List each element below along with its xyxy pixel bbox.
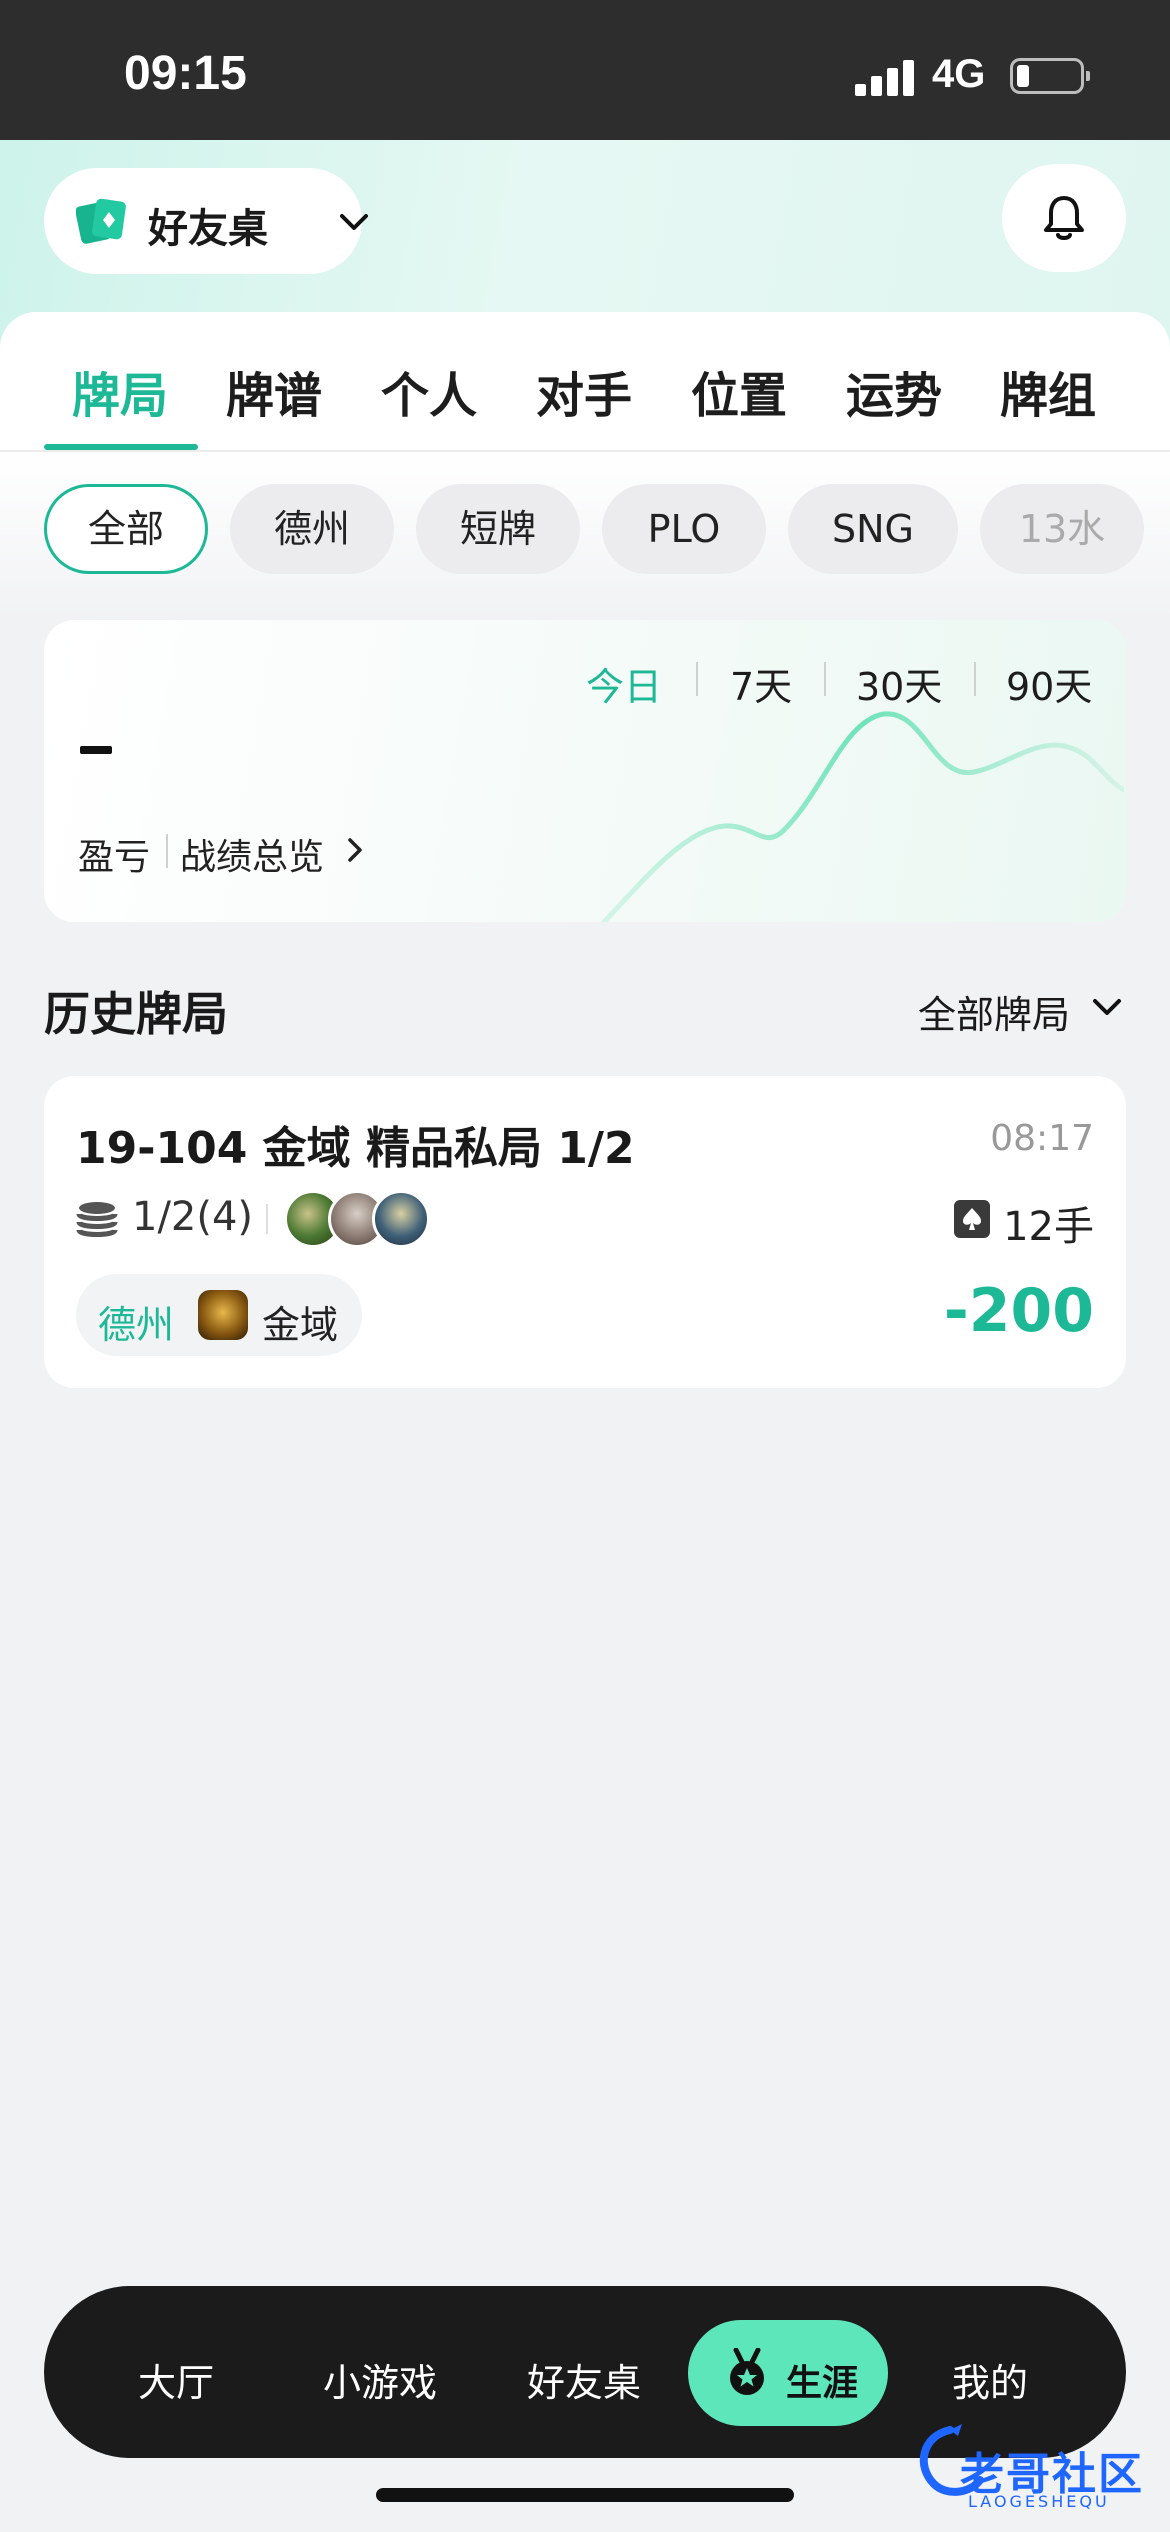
home-indicator (376, 2488, 794, 2502)
club-name: 金域 (262, 1303, 339, 1347)
stats-overview-link[interactable]: 战绩总览 (180, 828, 324, 880)
nav-lobby[interactable]: 大厅 (86, 2352, 266, 2407)
medal-icon (730, 2348, 764, 2395)
game-time: 08:17 (990, 1118, 1094, 1159)
tab-card-groups[interactable]: 牌组 (968, 356, 1128, 426)
game-history-card[interactable]: 19-104 金域 精品私局 1/2 08:17 1/2(4) 12手 德州 金… (44, 1076, 1126, 1388)
network-type: 4G (932, 52, 986, 96)
tab-luck[interactable]: 运势 (814, 356, 974, 426)
filter-chip-holdem[interactable]: 德州 (230, 484, 394, 574)
profit-trend-graphic (601, 711, 1124, 922)
period-today[interactable]: 今日 (586, 656, 662, 711)
profit-value (80, 746, 112, 754)
tab-bar: 牌局 牌谱 个人 对手 位置 运势 牌组 (0, 312, 1170, 452)
filter-chip-sng[interactable]: SNG (788, 484, 958, 574)
chevron-down-icon[interactable] (1090, 996, 1124, 1018)
history-title: 历史牌局 (44, 987, 228, 1041)
notification-button[interactable] (1002, 164, 1126, 272)
active-tab-indicator (44, 444, 198, 450)
player-avatar (372, 1190, 430, 1248)
chip-stack-icon (76, 1202, 118, 1237)
game-result: -200 (943, 1276, 1094, 1346)
profit-label: 盈亏 (78, 837, 151, 878)
tab-hand-records[interactable]: 牌谱 (194, 356, 354, 426)
tab-personal[interactable]: 个人 (349, 356, 509, 426)
nav-me[interactable]: 我的 (900, 2352, 1080, 2407)
cards-logo-icon (76, 198, 126, 244)
table-selector-label: 好友桌 (148, 206, 268, 252)
period-30-days[interactable]: 30天 (856, 656, 942, 711)
status-time: 09:15 (124, 47, 247, 100)
chevron-right-icon (348, 838, 362, 862)
battery-icon (1010, 58, 1090, 94)
tab-position[interactable]: 位置 (659, 356, 819, 426)
filter-chip-all[interactable]: 全部 (44, 484, 208, 574)
game-title: 19-104 金域 精品私局 1/2 (76, 1123, 635, 1174)
history-filter-dropdown[interactable]: 全部牌局 (918, 984, 1070, 1039)
watermark: 老哥社区 LAOGESHEQU (910, 2420, 1142, 2514)
period-7-days[interactable]: 7天 (730, 656, 792, 711)
watermark-subtext: LAOGESHEQU (968, 2492, 1110, 2511)
game-blinds: 1/2(4) (132, 1194, 254, 1240)
table-selector[interactable]: 好友桌 (44, 168, 368, 274)
divider (266, 1204, 268, 1234)
game-hands-count: 12手 (1003, 1204, 1094, 1250)
stats-card: 今日 7天 30天 90天 盈亏 战绩总览 (44, 620, 1126, 922)
bell-icon (1044, 196, 1084, 240)
signal-icon (855, 58, 915, 96)
tab-games[interactable]: 牌局 (40, 356, 200, 426)
stats-divider (166, 834, 168, 868)
filter-chip-plo[interactable]: PLO (602, 484, 766, 574)
nav-career-label: 生涯 (786, 2363, 859, 2404)
chevron-down-icon (340, 214, 368, 230)
period-90-days[interactable]: 90天 (1006, 656, 1092, 711)
period-divider (696, 662, 698, 696)
filter-chip-13-cards[interactable]: 13水 (980, 484, 1144, 574)
nav-mini-games[interactable]: 小游戏 (290, 2352, 470, 2407)
tab-opponents[interactable]: 对手 (504, 356, 664, 426)
status-bar: 09:15 4G (0, 0, 1170, 140)
club-logo-icon (198, 1290, 248, 1340)
nav-friend-table[interactable]: 好友桌 (494, 2352, 674, 2407)
period-divider (974, 662, 976, 696)
filter-chip-short-deck[interactable]: 短牌 (416, 484, 580, 574)
card-hands-icon (954, 1200, 990, 1238)
period-divider (824, 662, 826, 696)
nav-career[interactable]: 生涯 (688, 2320, 888, 2426)
game-type-tag: 德州 (98, 1303, 175, 1347)
